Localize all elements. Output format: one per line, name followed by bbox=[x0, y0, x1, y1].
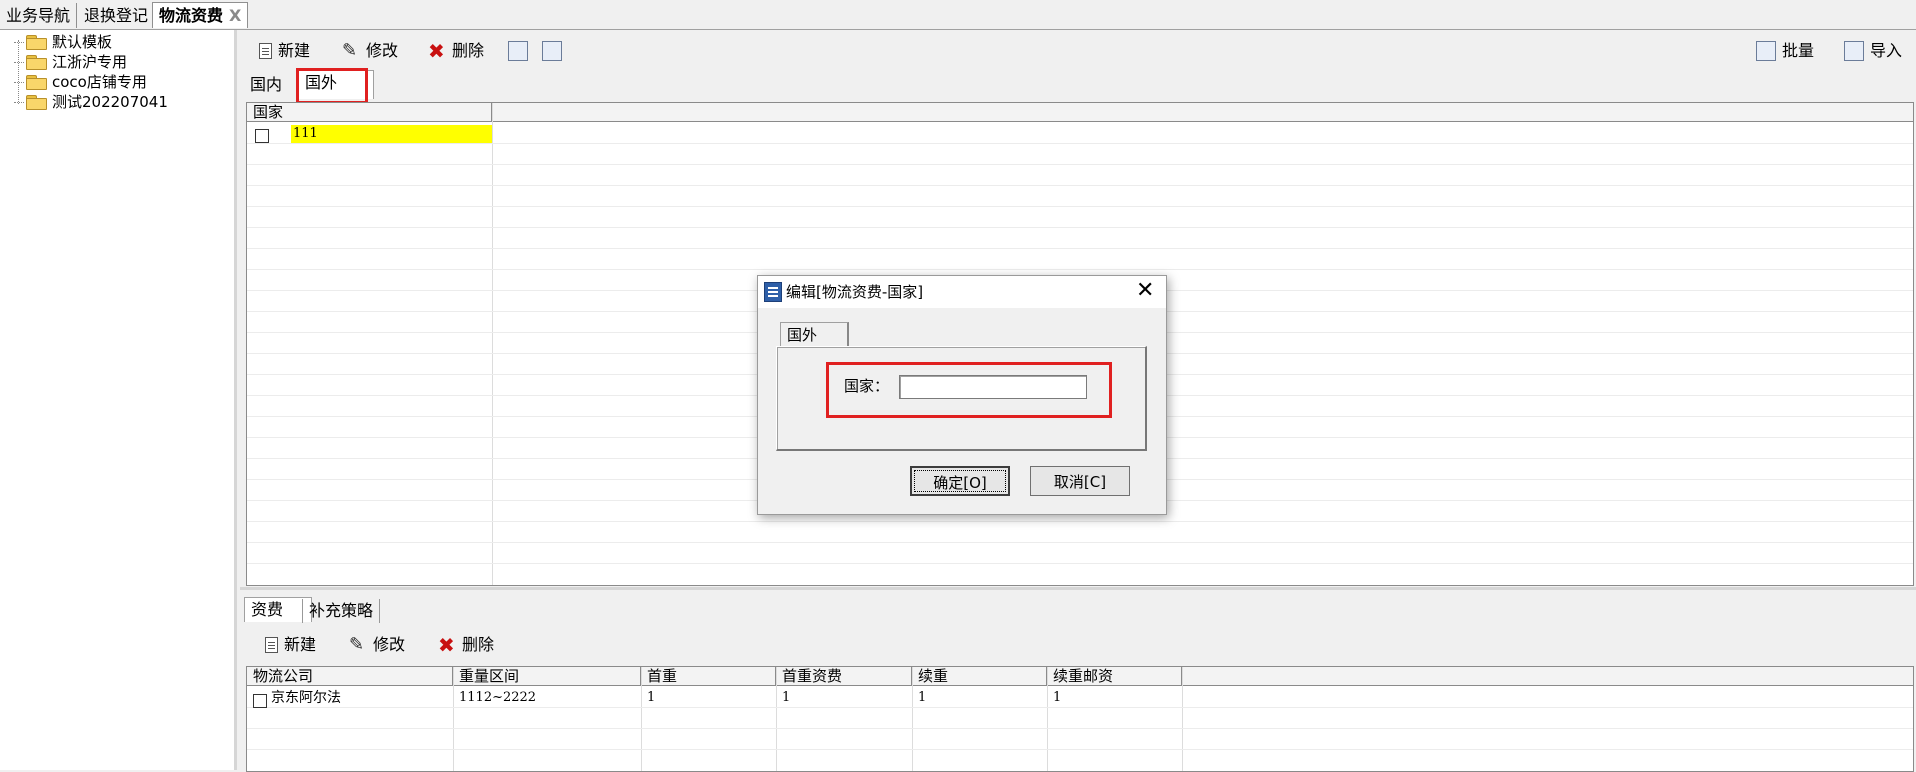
annotation-box-field bbox=[826, 362, 1112, 418]
pencil-icon: ✎ bbox=[349, 634, 365, 655]
folder-icon bbox=[26, 95, 47, 110]
tab-business-nav[interactable]: 业务导航 bbox=[0, 3, 78, 28]
fee-cell-company[interactable]: 京东阿尔法 bbox=[271, 689, 341, 707]
document-icon bbox=[265, 637, 278, 653]
app-icon bbox=[764, 282, 782, 302]
pane-splitter[interactable] bbox=[240, 587, 1916, 590]
document-icon bbox=[259, 43, 272, 59]
remove-doc-icon bbox=[542, 41, 562, 61]
tab-return-register[interactable]: 退换登记 bbox=[78, 3, 156, 28]
tab-logistics-fees[interactable]: 物流资费 X bbox=[152, 2, 249, 28]
import-button[interactable]: 导入 bbox=[1844, 39, 1902, 63]
close-icon[interactable]: X bbox=[229, 6, 241, 25]
template-tree-panel bbox=[0, 30, 237, 770]
delete-x-icon: ✖ bbox=[428, 39, 445, 63]
delete-x-icon: ✖ bbox=[438, 633, 455, 657]
tab-supplement[interactable]: 补充策略 bbox=[302, 599, 381, 623]
remove-doc-button[interactable] bbox=[542, 39, 568, 63]
column-header-first-fee[interactable]: 首重资费 bbox=[776, 667, 912, 685]
column-header-company[interactable]: 物流公司 bbox=[247, 667, 453, 685]
fee-cell-extra-fee[interactable]: 1 bbox=[1053, 689, 1061, 707]
column-header-first-weight[interactable]: 首重 bbox=[641, 667, 776, 685]
tab-domestic[interactable]: 国内 bbox=[244, 73, 288, 97]
pencil-icon: ✎ bbox=[342, 40, 358, 61]
tree-item-test[interactable]: 测试202207041 bbox=[14, 92, 168, 112]
country-cell[interactable]: 111 bbox=[291, 125, 492, 143]
export-doc-button[interactable] bbox=[508, 39, 534, 63]
tree-item-jzh[interactable]: 江浙沪专用 bbox=[14, 52, 127, 72]
ok-button[interactable]: 确定[O] bbox=[910, 466, 1010, 496]
row-checkbox[interactable] bbox=[255, 129, 269, 143]
fee-grid: 物流公司 重量区间 首重 首重资费 续重 续重邮资 京东阿尔法 1112~222… bbox=[246, 666, 1914, 772]
fee-row-checkbox[interactable] bbox=[253, 694, 267, 708]
new-button[interactable]: 新建 bbox=[256, 39, 310, 63]
column-header-extra-weight[interactable]: 续重 bbox=[912, 667, 1047, 685]
fee-cell-weight-range[interactable]: 1112~2222 bbox=[459, 689, 536, 707]
export-doc-icon bbox=[508, 41, 528, 61]
batch-button[interactable]: 批量 bbox=[1756, 39, 1814, 63]
folder-icon bbox=[26, 75, 47, 90]
tree-item-default[interactable]: 默认模板 bbox=[14, 32, 112, 52]
column-header-extra-fee[interactable]: 续重邮资 bbox=[1047, 667, 1182, 685]
fee-grid-header: 物流公司 重量区间 首重 首重资费 续重 续重邮资 bbox=[247, 667, 1913, 686]
edit-country-dialog: 编辑[物流资费-国家] ✕ 国外 国家： 确定[O] 取消[C] bbox=[757, 275, 1167, 515]
close-icon[interactable]: ✕ bbox=[1136, 278, 1154, 304]
fee-delete-button[interactable]: ✖ 删除 bbox=[438, 633, 494, 657]
tree-item-coco[interactable]: coco店铺专用 bbox=[14, 72, 147, 92]
column-header-weight-range[interactable]: 重量区间 bbox=[453, 667, 641, 685]
dialog-title: 编辑[物流资费-国家] bbox=[786, 283, 924, 301]
delete-button[interactable]: ✖ 删除 bbox=[428, 39, 484, 63]
fee-cell-extra-weight[interactable]: 1 bbox=[918, 689, 926, 707]
cancel-button[interactable]: 取消[C] bbox=[1030, 466, 1130, 496]
fee-new-button[interactable]: 新建 bbox=[262, 633, 316, 657]
folder-icon bbox=[26, 35, 47, 50]
import-icon bbox=[1844, 41, 1864, 61]
fee-cell-first-fee[interactable]: 1 bbox=[782, 689, 790, 707]
annotation-box-tab bbox=[296, 68, 368, 104]
edit-button[interactable]: ✎ 修改 bbox=[342, 39, 398, 63]
folder-icon bbox=[26, 55, 47, 70]
top-tab-strip bbox=[0, 0, 1916, 30]
column-header-country[interactable]: 国家 bbox=[247, 103, 492, 121]
batch-icon bbox=[1756, 41, 1776, 61]
grid-header: 国家 bbox=[247, 103, 1913, 122]
dialog-tab-foreign[interactable]: 国外 bbox=[780, 322, 849, 347]
fee-edit-button[interactable]: ✎ 修改 bbox=[349, 633, 405, 657]
fee-cell-first-weight[interactable]: 1 bbox=[647, 689, 655, 707]
